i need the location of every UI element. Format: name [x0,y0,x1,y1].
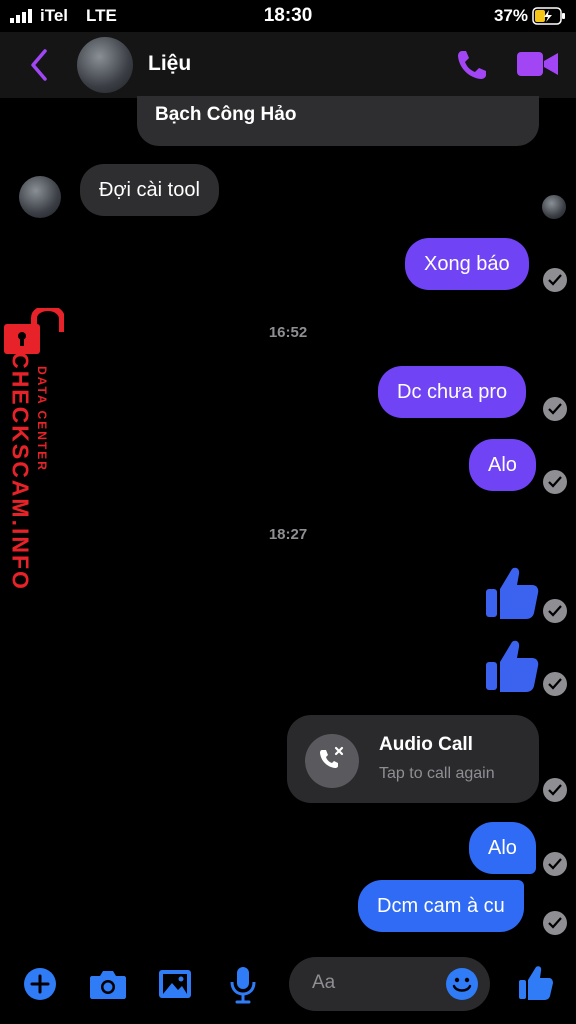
message-input[interactable]: Aa [289,957,490,1011]
camera-icon[interactable] [89,968,127,1000]
sent-message[interactable]: Alo [469,439,536,491]
contact-name[interactable]: Liệu [148,52,191,76]
status-bar: iTel LTE 18:30 37% [0,0,576,32]
battery-icon [532,7,565,25]
sent-message[interactable]: Xong báo [405,238,529,290]
delivered-check-icon [543,599,567,623]
timestamp: 18:27 [268,526,308,543]
composer-bar: Aa [0,944,576,1024]
clock: 18:30 [263,5,313,26]
sender-avatar[interactable] [19,176,61,218]
thumbs-up-icon[interactable] [484,638,540,694]
delivered-check-icon [543,672,567,696]
watermark-brand: CHECKSCAM.INFO [7,352,34,591]
message-input-placeholder: Aa [312,972,336,993]
thumbs-up-icon[interactable] [484,565,540,621]
delivered-check-icon [543,470,567,494]
back-chevron-icon[interactable] [28,48,50,82]
call-title: Audio Call [379,734,473,755]
chat-header: Liệu [0,32,576,98]
received-message[interactable]: Đợi cài tool [80,164,219,216]
microphone-icon[interactable] [229,966,257,1004]
sent-message[interactable]: Dcm cam à cu [358,880,524,932]
image-icon[interactable] [158,969,192,999]
battery-percent: 37% [493,6,528,25]
sent-message[interactable]: Alo [469,822,536,874]
watermark-tagline: DATA CENTER [35,366,49,472]
thumbs-up-icon[interactable] [518,965,554,1001]
delivered-check-icon [543,852,567,876]
reply-preview-text: Bạch Công Hảo [155,104,297,125]
missed-call-icon [305,734,359,788]
delivered-check-icon [543,778,567,802]
delivered-check-icon [543,397,567,421]
seen-avatar [542,195,566,219]
video-camera-icon[interactable] [517,50,559,80]
delivered-check-icon [543,268,567,292]
call-subtitle: Tap to call again [379,765,495,782]
emoji-icon[interactable] [445,967,479,1001]
missed-call-card[interactable]: Audio Call Tap to call again [287,715,539,803]
timestamp: 16:52 [268,324,308,341]
plus-icon[interactable] [23,967,57,1001]
phone-icon[interactable] [455,48,489,82]
lock-logo-icon [4,308,64,354]
sent-message[interactable]: Dc chưa pro [378,366,527,418]
delivered-check-icon [543,911,567,935]
contact-avatar[interactable] [77,37,133,93]
reply-preview: Bạch Công Hảo [137,96,539,146]
